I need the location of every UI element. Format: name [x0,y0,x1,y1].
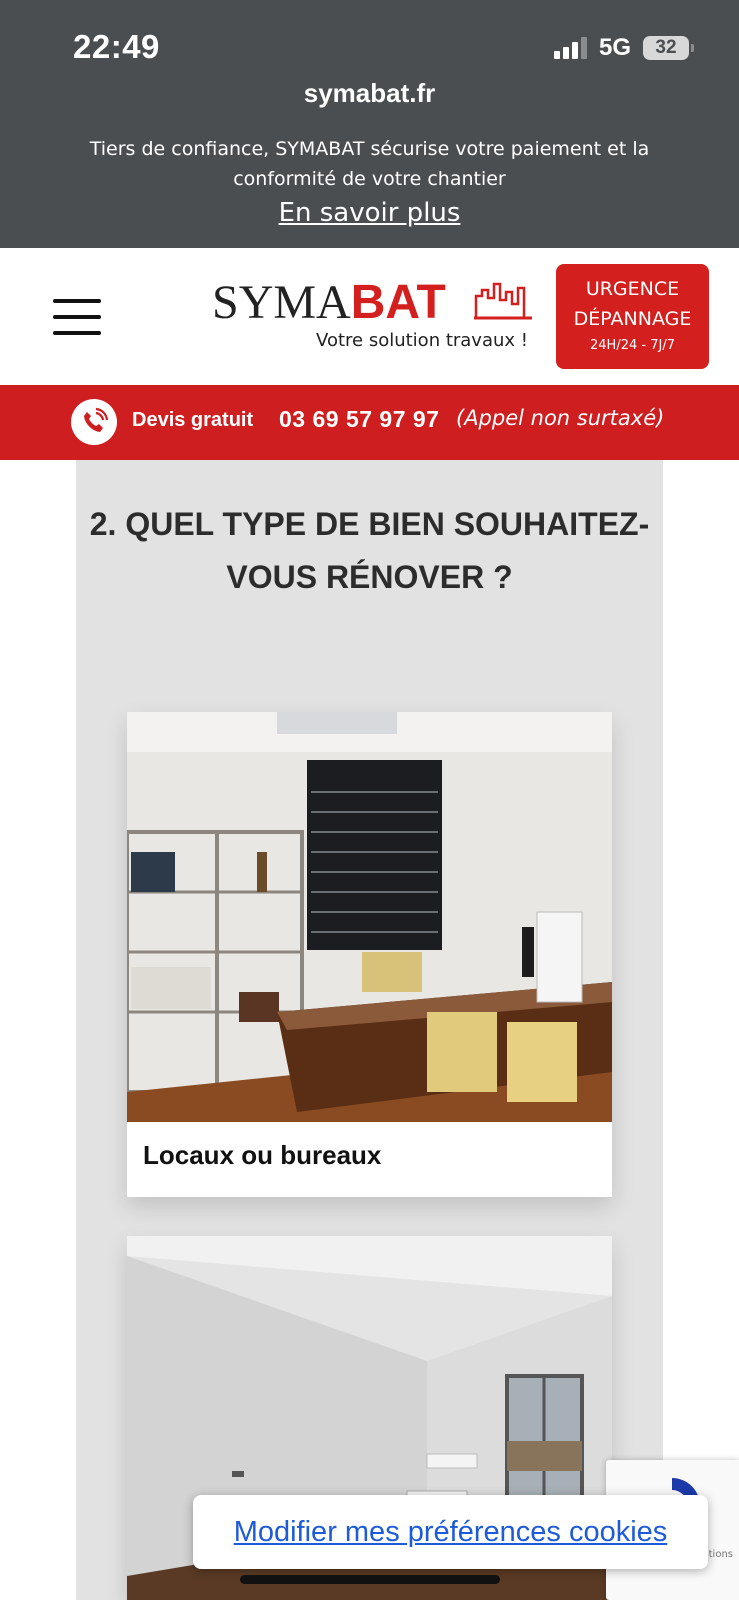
urgence-line1: URGENCE [585,278,680,300]
logo-wordmark: SYMABAT [212,274,446,331]
logo-tagline: Votre solution travaux ! [316,330,528,351]
phone-note: (Appel non surtaxé) [456,406,665,430]
phone-number[interactable]: 03 69 57 97 97 [279,406,439,433]
logo-text-bat: BAT [350,276,446,329]
question-title: 2. QUEL TYPE DE BIEN SOUHAITEZ-VOUS RÉNO… [89,506,650,595]
signal-icon [553,37,587,59]
urgence-line3: 24H/24 - 7J/7 [590,338,675,353]
urgence-line2: DÉPANNAGE [573,308,692,330]
site-header: SYMABAT Votre solution travaux ! URGENCE… [0,248,739,385]
urgence-depannage-button[interactable]: URGENCE DÉPANNAGE 24H/24 - 7J/7 [556,264,709,369]
recaptcha-text: itions [705,1549,733,1560]
logo-text-syma: SYMA [212,276,351,329]
notice-bar: 22:49 5G 32 symabat.fr Tiers de confianc… [0,0,739,248]
option-card-locaux[interactable]: Locaux ou bureaux [127,712,612,1197]
phone-icon [71,399,117,445]
office-photo [127,712,612,1122]
cookie-preferences-label: Modifier mes préférences cookies [233,1515,668,1548]
symabat-logo[interactable]: SYMABAT Votre solution travaux ! [212,274,532,354]
city-skyline-icon [474,282,532,320]
trust-notice-text: Tiers de confiance, SYMABAT sécurise vot… [89,138,650,190]
status-icons: 5G 32 [553,34,694,62]
status-time: 22:49 [73,28,160,65]
browser-domain[interactable]: symabat.fr [0,78,739,109]
battery-icon: 32 [643,36,694,60]
phone-bar[interactable]: Devis gratuit 03 69 57 97 97 (Appel non … [0,385,739,460]
network-label: 5G [598,34,631,61]
cookie-preferences-button[interactable]: Modifier mes préférences cookies [193,1495,708,1569]
menu-icon[interactable] [53,299,101,335]
option-label-locaux: Locaux ou bureaux [143,1140,382,1170]
learn-more-link[interactable]: En savoir plus [0,198,739,228]
home-indicator[interactable] [240,1575,500,1584]
devis-gratuit-label: Devis gratuit [132,409,254,431]
